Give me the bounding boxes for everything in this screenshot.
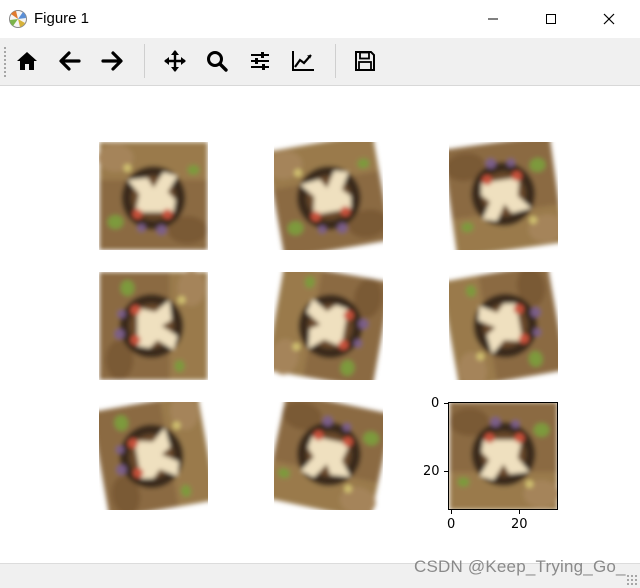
- floppy-disk-icon: [355, 51, 375, 71]
- matplotlib-icon: [8, 9, 28, 29]
- customize-button[interactable]: [286, 44, 320, 78]
- arrow-left-icon: [59, 51, 81, 71]
- home-button[interactable]: [10, 44, 44, 78]
- subplot-image-1: [99, 142, 208, 250]
- close-icon: [603, 13, 615, 25]
- save-button[interactable]: [348, 44, 382, 78]
- subplot-image-8: [274, 402, 383, 510]
- home-icon: [17, 52, 37, 70]
- back-button[interactable]: [53, 44, 87, 78]
- maximize-icon: [546, 14, 556, 24]
- zoom-button[interactable]: [200, 44, 234, 78]
- magnifier-icon: [207, 51, 228, 72]
- y-tick-mark: [444, 471, 448, 472]
- subplot-image-4: [99, 272, 208, 380]
- chart-line-icon: [292, 51, 314, 71]
- sliders-icon: [251, 52, 269, 70]
- title-bar: Figure 1: [0, 0, 640, 38]
- subplots-button[interactable]: [243, 44, 277, 78]
- subplot-image-3: [449, 142, 558, 250]
- minimize-button[interactable]: [470, 0, 516, 38]
- figure-canvas[interactable]: 0 20 0 20: [0, 87, 640, 563]
- navigation-toolbar: [0, 38, 640, 86]
- minimize-icon: [488, 18, 498, 20]
- x-tick-label: 0: [447, 517, 456, 532]
- window-title: Figure 1: [34, 10, 90, 27]
- watermark: CSDN @Keep_Trying_Go_: [414, 557, 626, 576]
- move-icon: [164, 50, 186, 72]
- arrow-right-icon: [101, 51, 123, 71]
- x-tick-mark: [451, 510, 452, 514]
- close-button[interactable]: [586, 0, 632, 38]
- y-tick-mark: [444, 403, 448, 404]
- toolbar-separator: [335, 44, 336, 78]
- axes-frame: [448, 402, 558, 510]
- maximize-button[interactable]: [528, 0, 574, 38]
- y-tick-label: 0: [431, 396, 440, 411]
- subplot-image-7: [99, 402, 208, 510]
- pan-button[interactable]: [158, 44, 192, 78]
- subplot-image-2: [274, 142, 383, 250]
- resize-grip-icon[interactable]: [626, 574, 638, 586]
- toolbar-grip[interactable]: [3, 46, 7, 78]
- y-tick-label: 20: [423, 464, 440, 479]
- toolbar-separator: [144, 44, 145, 78]
- forward-button[interactable]: [95, 44, 129, 78]
- x-tick-mark: [519, 510, 520, 514]
- figure-window: Figure 1 0 20 0 20 CSDN @Keep_Trying_Go_: [0, 0, 640, 588]
- subplot-image-6: [449, 272, 558, 380]
- subplot-image-5: [274, 272, 383, 380]
- x-tick-label: 20: [511, 517, 528, 532]
